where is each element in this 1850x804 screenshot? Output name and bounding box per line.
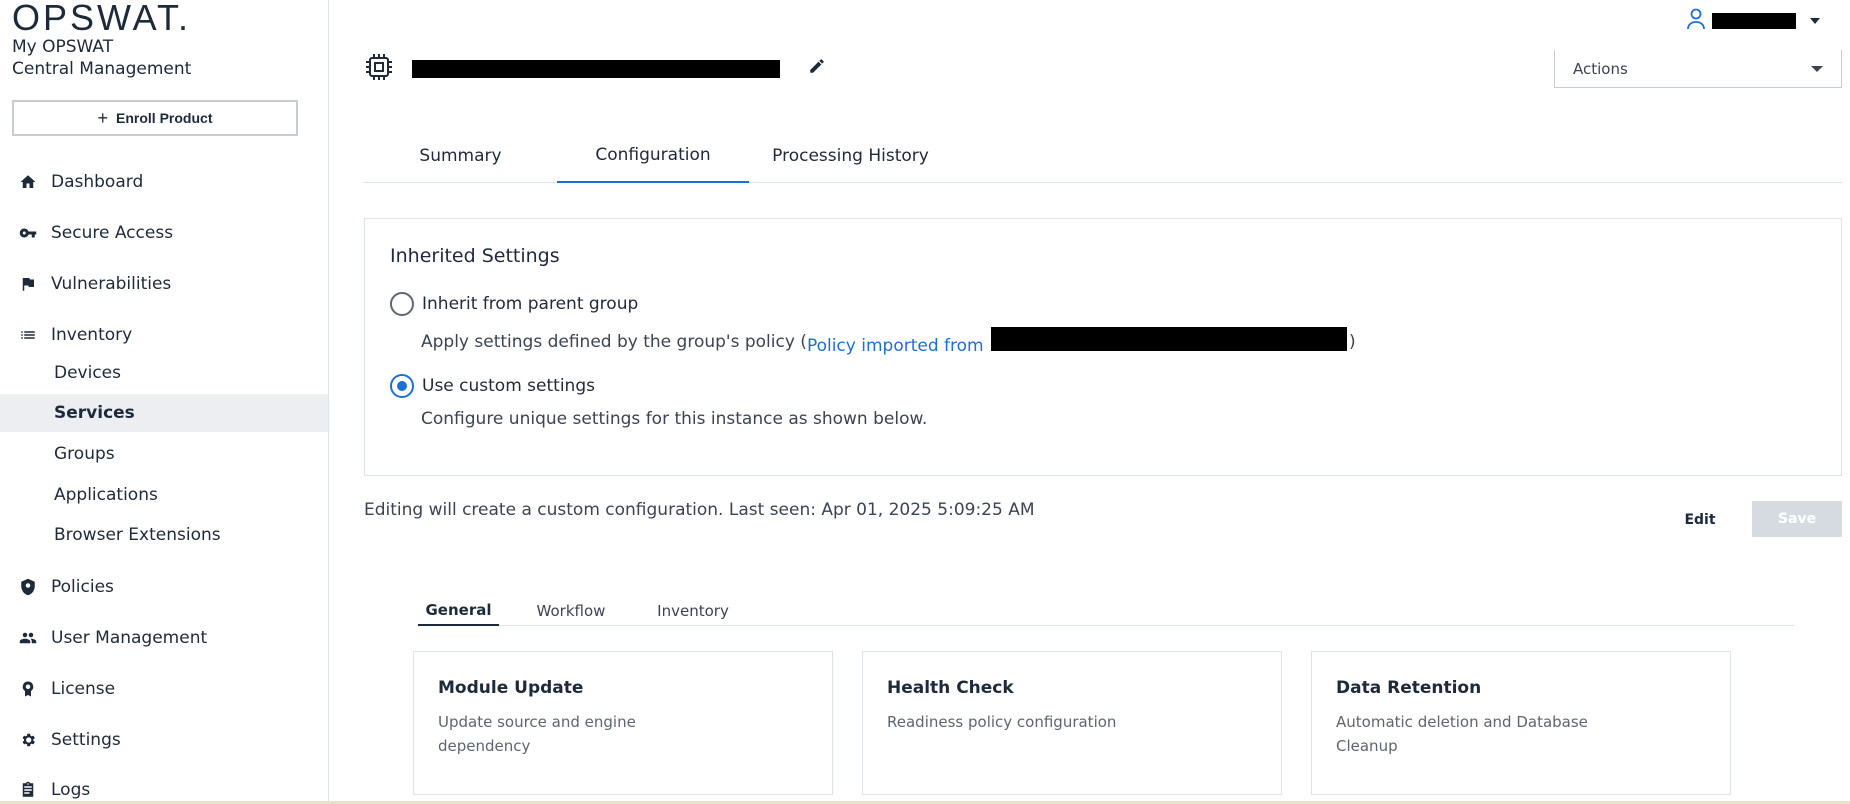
sidebar-item-user-management[interactable]: User Management xyxy=(0,619,328,657)
sidebar: OPSWAT. My OPSWAT Central Management + E… xyxy=(0,0,329,804)
edit-note: Editing will create a custom configurati… xyxy=(364,500,1035,520)
sidebar-item-label: License xyxy=(51,679,116,699)
card-description: Update source and engine dependency xyxy=(438,713,636,755)
main-tabs: Summary Configuration Processing History xyxy=(364,128,1842,183)
inherit-option[interactable]: Inherit from parent group xyxy=(390,292,638,316)
inherited-settings-heading: Inherited Settings xyxy=(390,245,560,267)
module-update-card[interactable]: Module Update Update source and engine d… xyxy=(413,651,833,795)
custom-radio[interactable] xyxy=(390,374,414,398)
subtab-workflow[interactable]: Workflow xyxy=(521,596,621,626)
card-title: Data Retention xyxy=(1336,678,1482,698)
badge-icon xyxy=(18,679,38,699)
key-icon xyxy=(18,223,38,243)
user-name-redacted xyxy=(1712,13,1796,29)
sidebar-item-policies[interactable]: Policies xyxy=(0,568,328,606)
subtab-general[interactable]: General xyxy=(418,596,499,626)
policy-link[interactable]: Policy imported from xyxy=(807,327,1349,356)
subtab-inventory[interactable]: Inventory xyxy=(646,596,740,626)
data-retention-card[interactable]: Data Retention Automatic deletion and Da… xyxy=(1311,651,1731,795)
page-title xyxy=(364,52,826,86)
clipboard-icon xyxy=(18,780,38,800)
list-icon xyxy=(18,325,38,345)
sidebar-item-label: Inventory xyxy=(51,325,133,345)
sidebar-item-label: Secure Access xyxy=(51,223,174,243)
chip-icon xyxy=(364,52,394,86)
sidebar-subitem-services[interactable]: Services xyxy=(0,394,328,432)
sidebar-item-label: Logs xyxy=(51,780,91,800)
config-subtabs: General Workflow Inventory xyxy=(418,596,1794,626)
enroll-product-label: Enroll Product xyxy=(116,110,213,126)
actions-dropdown[interactable]: Actions xyxy=(1554,50,1842,88)
sidebar-subitem-browser-extensions[interactable]: Browser Extensions xyxy=(0,516,328,554)
plus-icon: + xyxy=(97,108,109,128)
custom-option-label: Use custom settings xyxy=(422,376,595,396)
inherit-desc-text: Apply settings defined by the group's po… xyxy=(421,331,807,352)
user-icon xyxy=(1686,8,1706,34)
tab-configuration[interactable]: Configuration xyxy=(557,128,749,183)
health-check-card[interactable]: Health Check Readiness policy configurat… xyxy=(862,651,1282,795)
inherit-option-description: Apply settings defined by the group's po… xyxy=(421,327,1356,356)
sidebar-subitem-groups[interactable]: Groups xyxy=(0,435,328,473)
sidebar-item-inventory[interactable]: Inventory xyxy=(0,316,328,354)
custom-option[interactable]: Use custom settings xyxy=(390,374,595,398)
card-description: Automatic deletion and Database Cleanup xyxy=(1336,713,1588,755)
edit-name-icon[interactable] xyxy=(780,58,826,79)
actions-label: Actions xyxy=(1573,59,1628,78)
tab-summary[interactable]: Summary xyxy=(364,128,557,183)
app-name-line2: Central Management xyxy=(12,59,192,79)
shield-icon xyxy=(18,577,38,597)
edit-button[interactable]: Edit xyxy=(1670,503,1730,537)
gear-icon xyxy=(18,730,38,750)
card-title: Health Check xyxy=(887,678,1014,698)
home-icon xyxy=(18,172,38,192)
enroll-product-button[interactable]: + Enroll Product xyxy=(12,100,298,136)
sidebar-item-label: Vulnerabilities xyxy=(51,274,172,294)
users-icon xyxy=(18,628,38,648)
card-title: Module Update xyxy=(438,678,584,698)
policy-link-text: Policy imported from xyxy=(806,336,984,356)
sidebar-subitem-devices[interactable]: Devices xyxy=(0,354,328,392)
tab-processing-history[interactable]: Processing History xyxy=(749,128,952,183)
sidebar-item-label: Dashboard xyxy=(51,172,144,192)
app-name: My OPSWAT Central Management xyxy=(12,36,191,80)
sidebar-item-secure-access[interactable]: Secure Access xyxy=(0,214,328,252)
opswat-logo[interactable]: OPSWAT. xyxy=(12,0,191,36)
chevron-down-icon xyxy=(1810,18,1820,24)
sidebar-item-dashboard[interactable]: Dashboard xyxy=(0,163,328,201)
user-menu[interactable] xyxy=(1686,8,1820,34)
inherit-radio[interactable] xyxy=(390,292,414,316)
save-button[interactable]: Save xyxy=(1752,501,1842,537)
inherited-settings-panel: Inherited Settings Inherit from parent g… xyxy=(364,218,1842,476)
sidebar-item-license[interactable]: License xyxy=(0,670,328,708)
sidebar-item-vulnerabilities[interactable]: Vulnerabilities xyxy=(0,265,328,303)
sidebar-item-label: Settings xyxy=(51,730,121,750)
custom-option-description: Configure unique settings for this insta… xyxy=(421,409,928,429)
service-name-redacted xyxy=(412,60,780,78)
sidebar-item-label: User Management xyxy=(51,628,208,648)
inherit-option-label: Inherit from parent group xyxy=(422,294,639,314)
chevron-down-icon xyxy=(1811,65,1823,72)
app-name-line1: My OPSWAT xyxy=(12,37,114,57)
sidebar-subitem-applications[interactable]: Applications xyxy=(0,476,328,514)
sidebar-item-logs[interactable]: Logs xyxy=(0,771,328,804)
sidebar-item-label: Policies xyxy=(51,577,114,597)
inherit-desc-suffix: ) xyxy=(1349,331,1356,352)
sidebar-item-settings[interactable]: Settings xyxy=(0,721,328,759)
flag-icon xyxy=(18,274,38,294)
card-description: Readiness policy configuration xyxy=(887,713,1117,731)
policy-name-redacted xyxy=(991,327,1347,351)
